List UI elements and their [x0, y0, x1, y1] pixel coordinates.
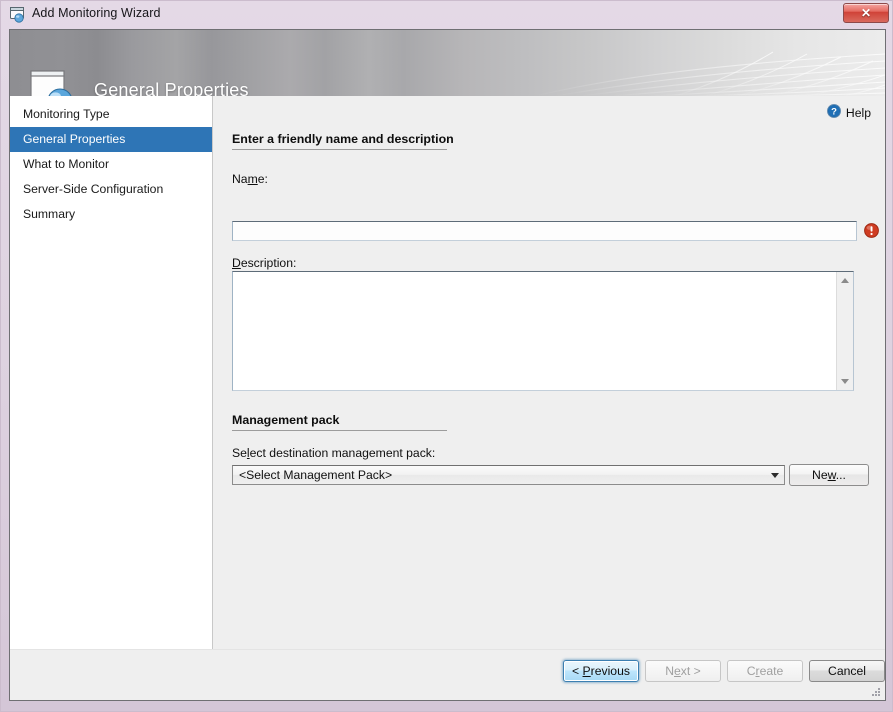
- name-label-accel: m: [248, 172, 258, 186]
- sidebar-item-label: General Properties: [23, 132, 125, 146]
- description-label: Description:: [232, 256, 296, 270]
- scroll-up-arrow-icon[interactable]: [837, 272, 853, 289]
- new-button-label: New...: [812, 468, 846, 482]
- wizard-footer: < Previous Next > Create Cancel: [10, 649, 885, 700]
- banner-mesh-graphic: [525, 30, 885, 96]
- next-button: Next >: [645, 660, 721, 682]
- create-button: Create: [727, 660, 803, 682]
- sidebar-item-label: Monitoring Type: [23, 107, 110, 121]
- resize-grip-icon[interactable]: [870, 686, 882, 698]
- name-label: Name:: [232, 172, 268, 186]
- sidebar-item-server-side-configuration[interactable]: Server-Side Configuration: [10, 177, 212, 202]
- name-label-part: Na: [232, 172, 248, 186]
- wizard-banner: General Properties: [10, 30, 885, 96]
- wizard-window: Add Monitoring Wizard ✕: [0, 0, 893, 712]
- sidebar-item-label: Summary: [23, 207, 75, 221]
- section-divider-name-description: [232, 149, 447, 150]
- description-scrollbar[interactable]: [836, 272, 853, 390]
- help-link[interactable]: ? Help: [827, 104, 871, 121]
- cancel-button-label: Cancel: [828, 664, 866, 678]
- sidebar-item-what-to-monitor[interactable]: What to Monitor: [10, 152, 212, 177]
- close-icon: ✕: [844, 4, 888, 22]
- mp-label-part: ect destination management pack:: [250, 446, 436, 460]
- description-label-part: escription:: [241, 256, 297, 270]
- section-heading-name-description: Enter a friendly name and description: [232, 132, 454, 146]
- wizard-step-sidebar: Monitoring Type General Properties What …: [10, 96, 213, 649]
- description-box: [232, 271, 854, 391]
- section-heading-management-pack: Management pack: [232, 413, 339, 427]
- sidebar-item-label: What to Monitor: [23, 157, 109, 171]
- management-pack-label: Select destination management pack:: [232, 446, 435, 460]
- chevron-down-icon: [765, 466, 784, 484]
- banner-heading: General Properties: [94, 80, 249, 96]
- management-pack-select[interactable]: <Select Management Pack>: [232, 465, 785, 485]
- close-button[interactable]: ✕: [843, 3, 889, 23]
- sidebar-item-label: Server-Side Configuration: [23, 182, 163, 196]
- sidebar-item-general-properties[interactable]: General Properties: [10, 127, 212, 152]
- title-bar: Add Monitoring Wizard ✕: [1, 1, 893, 29]
- previous-button-label: < Previous: [572, 664, 630, 678]
- help-label: Help: [846, 106, 871, 120]
- scroll-down-arrow-icon[interactable]: [837, 373, 853, 390]
- svg-text:?: ?: [831, 107, 837, 118]
- new-management-pack-button[interactable]: New...: [789, 464, 869, 486]
- name-input[interactable]: [232, 221, 857, 241]
- next-button-label: Next >: [665, 664, 701, 678]
- management-pack-selected-value: <Select Management Pack>: [233, 468, 765, 482]
- section-divider-management-pack: [232, 430, 447, 431]
- cancel-button[interactable]: Cancel: [809, 660, 885, 682]
- description-label-accel: D: [232, 256, 241, 270]
- error-exclamation-icon: [864, 223, 879, 238]
- wizard-content-panel: ? Help Enter a friendly name and descrip…: [213, 96, 885, 649]
- sidebar-item-summary[interactable]: Summary: [10, 202, 212, 227]
- name-label-part: e:: [258, 172, 268, 186]
- mp-label-part: Se: [232, 446, 247, 460]
- wizard-window-icon: [10, 7, 27, 23]
- create-button-label: Create: [747, 664, 784, 678]
- window-title: Add Monitoring Wizard: [32, 6, 161, 20]
- general-properties-icon: [30, 70, 78, 96]
- description-input[interactable]: [233, 272, 837, 390]
- wizard-client-area: General Properties Monitoring Type Gener…: [9, 29, 886, 701]
- previous-button[interactable]: < Previous: [563, 660, 639, 682]
- help-circle-icon: ?: [827, 104, 841, 121]
- sidebar-item-monitoring-type[interactable]: Monitoring Type: [10, 102, 212, 127]
